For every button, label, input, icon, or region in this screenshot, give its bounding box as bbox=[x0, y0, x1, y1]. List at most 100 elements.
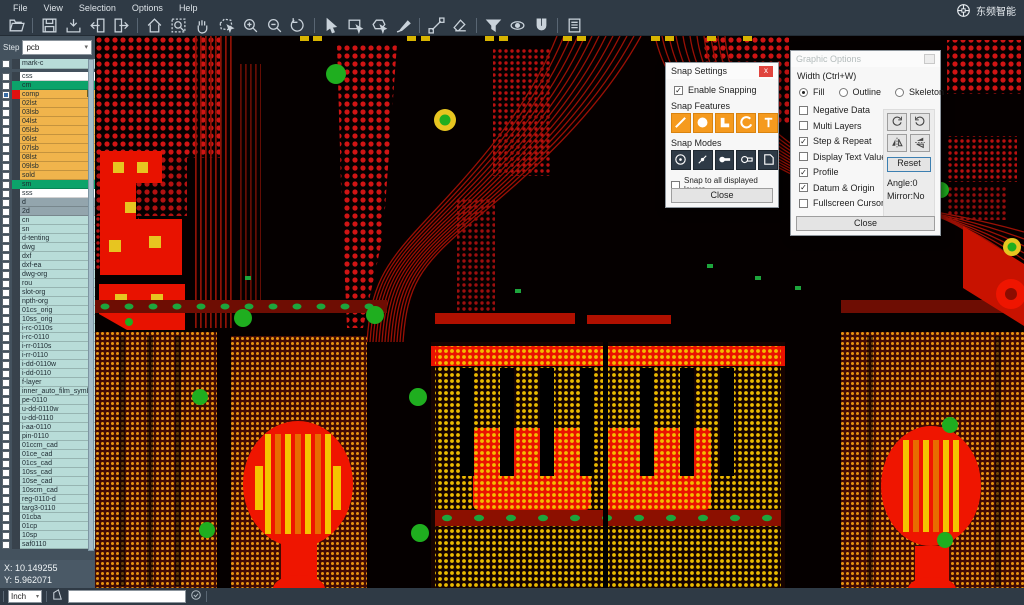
layer-row-d[interactable]: d bbox=[0, 198, 95, 207]
layer-color-swatch[interactable] bbox=[12, 126, 20, 135]
layer-list-scrollbar[interactable] bbox=[88, 59, 94, 551]
layer-visibility-checkbox[interactable] bbox=[0, 504, 12, 513]
layer-row-i-rr-0110s[interactable]: i-rr-0110s bbox=[0, 342, 95, 351]
graphic-close-button[interactable]: Close bbox=[796, 216, 935, 231]
layer-row-sold[interactable]: sold bbox=[0, 171, 95, 180]
layer-row-2d[interactable]: 2d bbox=[0, 207, 95, 216]
layer-visibility-checkbox[interactable] bbox=[0, 297, 12, 306]
layer-row-10ss_cad[interactable]: 10ss_cad bbox=[0, 468, 95, 477]
layer-row-pe-0110[interactable]: pe-0110 bbox=[0, 396, 95, 405]
mode-line-point-button[interactable] bbox=[693, 150, 713, 170]
reset-button[interactable]: Reset bbox=[887, 157, 931, 172]
save-button[interactable] bbox=[37, 16, 61, 35]
snap-text-button[interactable] bbox=[758, 113, 778, 133]
mode-center-button[interactable] bbox=[671, 150, 691, 170]
unit-select[interactable]: Inch ▾ bbox=[8, 590, 42, 603]
home-button[interactable] bbox=[142, 16, 166, 35]
checkbox-icon[interactable] bbox=[799, 199, 808, 208]
layer-visibility-checkbox[interactable] bbox=[0, 288, 12, 297]
layer-visibility-checkbox[interactable] bbox=[0, 225, 12, 234]
open-folder-button[interactable] bbox=[4, 16, 28, 35]
select-cursor-button[interactable] bbox=[319, 16, 343, 35]
layer-row-pin-0110[interactable]: pin-0110 bbox=[0, 432, 95, 441]
layer-color-swatch[interactable] bbox=[12, 72, 20, 81]
radio-icon[interactable] bbox=[895, 88, 904, 97]
layer-color-swatch[interactable] bbox=[12, 486, 20, 495]
layer-row-sss[interactable]: sss bbox=[0, 189, 95, 198]
layer-color-swatch[interactable] bbox=[12, 198, 20, 207]
layer-color-swatch[interactable] bbox=[12, 396, 20, 405]
radio-icon[interactable] bbox=[839, 88, 848, 97]
layer-color-swatch[interactable] bbox=[12, 99, 20, 108]
layer-color-swatch[interactable] bbox=[12, 441, 20, 450]
mode-outline-button[interactable] bbox=[758, 150, 778, 170]
layer-visibility-checkbox[interactable] bbox=[0, 459, 12, 468]
layer-color-swatch[interactable] bbox=[12, 531, 20, 540]
snap-magnet-button[interactable] bbox=[529, 16, 553, 35]
layer-row-i-dd-0110w[interactable]: i-dd-0110w bbox=[0, 360, 95, 369]
layer-color-swatch[interactable] bbox=[12, 180, 20, 189]
snap-close-button[interactable]: Close bbox=[671, 188, 773, 203]
layer-visibility-checkbox[interactable] bbox=[0, 378, 12, 387]
layer-visibility-checkbox[interactable] bbox=[0, 531, 12, 540]
layer-row-01cs_cad[interactable]: 01cs_cad bbox=[0, 459, 95, 468]
pan-hand-button[interactable] bbox=[190, 16, 214, 35]
layer-color-swatch[interactable] bbox=[12, 324, 20, 333]
layer-color-swatch[interactable] bbox=[12, 333, 20, 342]
layer-visibility-checkbox[interactable] bbox=[0, 360, 12, 369]
layer-row-slot-org[interactable]: slot-org bbox=[0, 288, 95, 297]
mirror-h-button[interactable] bbox=[887, 134, 907, 152]
layer-color-swatch[interactable] bbox=[12, 189, 20, 198]
radio-skeleton[interactable]: Skeleton bbox=[895, 87, 944, 97]
layer-row-01cp[interactable]: 01cp bbox=[0, 522, 95, 531]
layer-color-swatch[interactable] bbox=[12, 378, 20, 387]
zoom-polygon-button[interactable] bbox=[214, 16, 238, 35]
layer-visibility-checkbox[interactable] bbox=[0, 108, 12, 117]
layer-visibility-checkbox[interactable] bbox=[0, 477, 12, 486]
layer-visibility-checkbox[interactable] bbox=[0, 153, 12, 162]
filter-button[interactable] bbox=[481, 16, 505, 35]
layer-row-09lsb[interactable]: 09lsb bbox=[0, 162, 95, 171]
layer-row-dxf-ea[interactable]: dxf-ea bbox=[0, 261, 95, 270]
checkbox-icon[interactable]: ✓ bbox=[799, 183, 808, 192]
command-input[interactable] bbox=[68, 590, 186, 603]
step-select[interactable]: pcb ▾ bbox=[22, 40, 92, 55]
layer-color-swatch[interactable] bbox=[12, 162, 20, 171]
layer-visibility-checkbox[interactable] bbox=[0, 414, 12, 423]
layer-row-i-rc-0110[interactable]: i-rc-0110 bbox=[0, 333, 95, 342]
layer-color-swatch[interactable] bbox=[12, 468, 20, 477]
radio-outline[interactable]: Outline bbox=[839, 87, 882, 97]
layer-color-swatch[interactable] bbox=[12, 59, 20, 69]
layer-visibility-checkbox[interactable] bbox=[0, 342, 12, 351]
layer-color-swatch[interactable] bbox=[12, 351, 20, 360]
layer-row-dwg-org[interactable]: dwg-org bbox=[0, 270, 95, 279]
layer-visibility-checkbox[interactable] bbox=[0, 189, 12, 198]
layer-visibility-checkbox[interactable] bbox=[0, 135, 12, 144]
layer-visibility-checkbox[interactable] bbox=[0, 423, 12, 432]
layer-visibility-checkbox[interactable] bbox=[0, 351, 12, 360]
layer-visibility-checkbox[interactable] bbox=[0, 117, 12, 126]
layer-color-swatch[interactable] bbox=[12, 252, 20, 261]
radio-fill[interactable]: Fill bbox=[799, 87, 825, 97]
layer-row-03lsb[interactable]: 03lsb bbox=[0, 108, 95, 117]
layer-color-swatch[interactable] bbox=[12, 423, 20, 432]
layer-color-swatch[interactable] bbox=[12, 153, 20, 162]
refresh-icon[interactable] bbox=[190, 588, 202, 605]
menu-selection[interactable]: Selection bbox=[72, 2, 123, 14]
layer-row-targ3-0110[interactable]: targ3-0110 bbox=[0, 504, 95, 513]
layer-color-swatch[interactable] bbox=[12, 144, 20, 153]
report-button[interactable] bbox=[562, 16, 586, 35]
zoom-previous-button[interactable] bbox=[286, 16, 310, 35]
layer-row-dwg[interactable]: dwg bbox=[0, 243, 95, 252]
layer-color-swatch[interactable] bbox=[12, 459, 20, 468]
layer-color-swatch[interactable] bbox=[12, 495, 20, 504]
layer-row-05lsb[interactable]: 05lsb bbox=[0, 126, 95, 135]
radio-icon[interactable] bbox=[799, 88, 808, 97]
layer-row-i-dd-0110[interactable]: i-dd-0110 bbox=[0, 369, 95, 378]
layer-row-rou[interactable]: rou bbox=[0, 279, 95, 288]
layer-row-css[interactable]: css bbox=[0, 72, 95, 81]
layer-visibility-checkbox[interactable] bbox=[0, 279, 12, 288]
layer-visibility-checkbox[interactable] bbox=[0, 540, 12, 549]
layer-visibility-checkbox[interactable] bbox=[0, 252, 12, 261]
layer-row-10se_cad[interactable]: 10se_cad bbox=[0, 477, 95, 486]
